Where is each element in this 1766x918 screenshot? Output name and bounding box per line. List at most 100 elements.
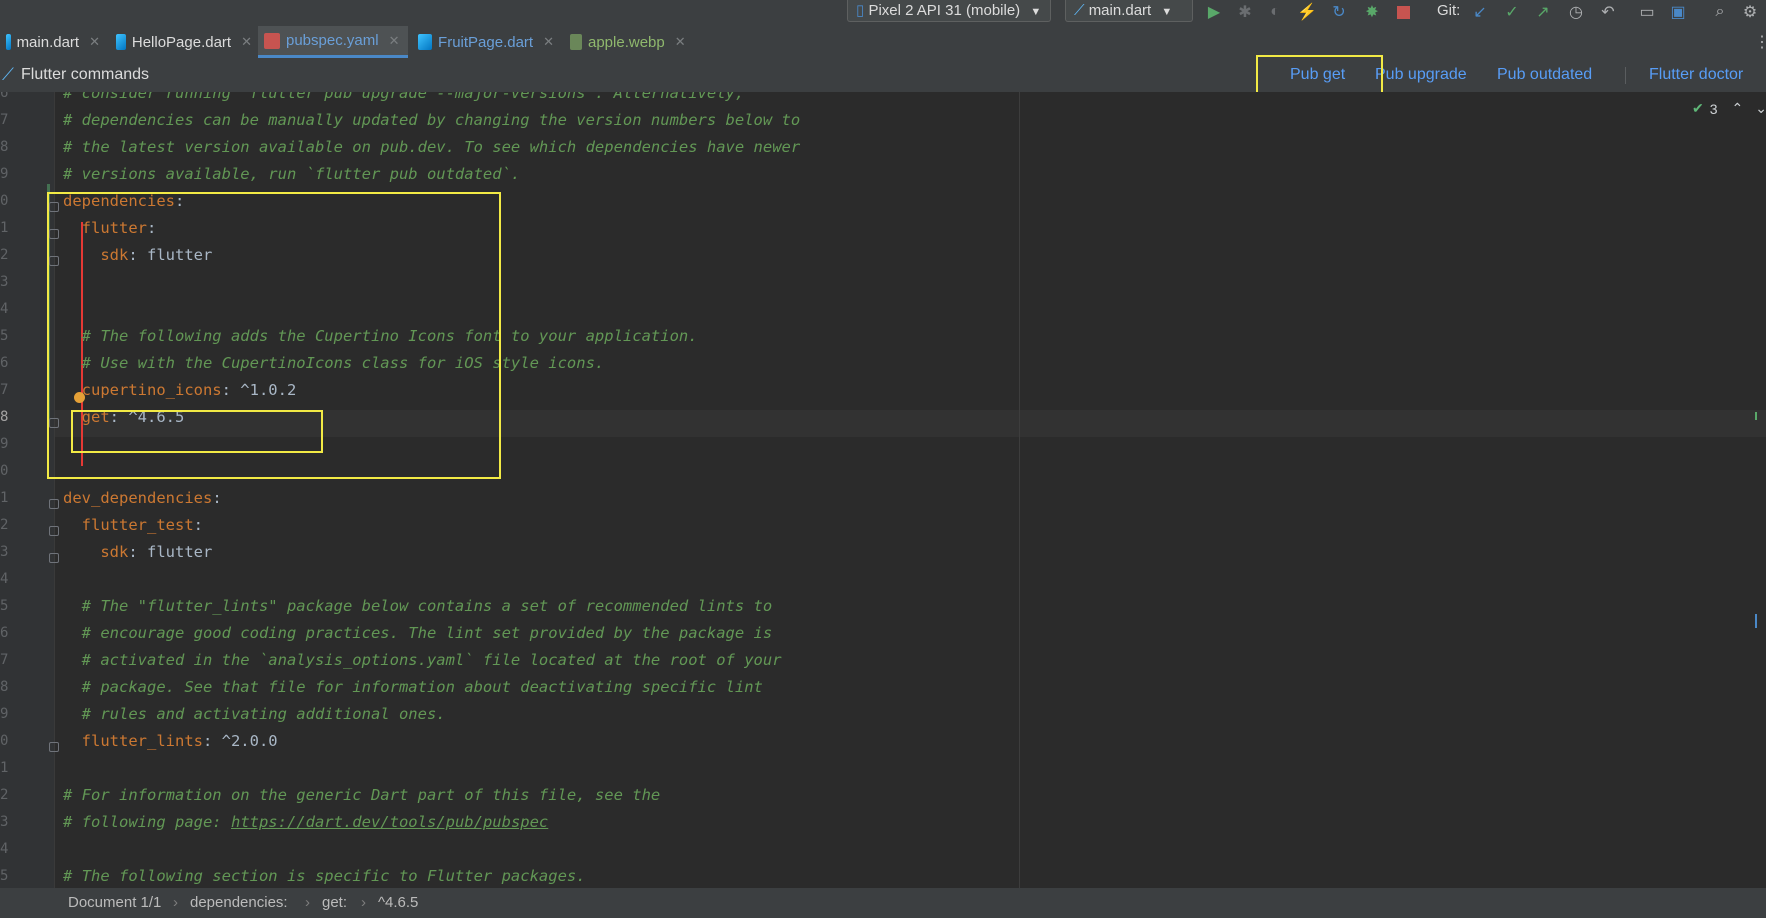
close-icon[interactable]: ✕ [543, 34, 554, 50]
code-token: # The "flutter_lints" package below cont… [63, 597, 773, 615]
line-number: 2 [0, 517, 9, 533]
close-icon[interactable]: ✕ [675, 34, 686, 50]
history-icon[interactable]: ◷ [1566, 2, 1586, 22]
line-number: 7 [0, 652, 9, 668]
debug-icon[interactable]: ✱ [1235, 2, 1255, 22]
line-number: 8 [0, 139, 9, 155]
line-number: 2 [0, 787, 9, 803]
code-editor[interactable]: 6 7 8 9 0 1 2 3 4 5 6 7 8 9 0 1 2 3 4 5 6 7 8 9 0 1 2 3 4 5 # conside… [0, 92, 1766, 888]
chevron-down-icon[interactable]: ⌄ [1755, 100, 1766, 117]
tab-label: HelloPage.dart [131, 33, 232, 51]
code-line: # rules and activating additional ones. [63, 701, 446, 728]
tab-hellopage-dart[interactable]: HelloPage.dart ✕ [110, 26, 258, 58]
hot-restart-icon[interactable]: ↻ [1329, 2, 1349, 22]
close-icon[interactable]: ✕ [241, 34, 252, 50]
chevron-right-icon: › [361, 894, 366, 911]
line-number: 0 [0, 193, 9, 209]
pub-outdated-button[interactable]: Pub outdated [1497, 58, 1592, 92]
code-line: # consider running `flutter pub upgrade … [63, 92, 744, 107]
fold-icon[interactable] [49, 553, 59, 563]
code-token: sdk [63, 543, 129, 561]
chevron-right-icon: › [305, 894, 310, 911]
right-margin-guide [1019, 92, 1020, 888]
image-file-icon [570, 34, 582, 50]
code-line: # following page: https://dart.dev/tools… [63, 809, 548, 836]
run-config-label: main.dart [1088, 2, 1152, 19]
run-config-selector[interactable]: ⟋ main.dart ▼ [1065, 0, 1193, 22]
device-selector-label: Pixel 2 API 31 (mobile) [868, 2, 1021, 19]
code-token: : ^2.0.0 [202, 732, 278, 750]
fold-icon[interactable] [49, 742, 59, 752]
chevron-down-icon: ▼ [1161, 6, 1173, 18]
code-token: dev_dependencies [63, 489, 213, 507]
tab-pubspec-yaml[interactable]: pubspec.yaml ✕ [258, 26, 408, 58]
code-token: : [212, 489, 222, 507]
git-commit-icon[interactable]: ✓ [1502, 2, 1522, 22]
get-dependency-highlight-box [71, 410, 323, 453]
tab-fruitpage-dart[interactable]: FruitPage.dart ✕ [412, 26, 560, 58]
scrollbar-marker [1755, 412, 1757, 420]
line-number: 1 [0, 220, 9, 236]
dart-file-icon [6, 34, 11, 50]
link[interactable]: https://dart.dev/tools/pub/pubspec [231, 813, 548, 831]
attach-icon[interactable]: ◐ [1265, 2, 1285, 22]
pub-upgrade-button[interactable]: Pub upgrade [1375, 58, 1467, 92]
code-line: # encourage good coding practices. The l… [63, 620, 773, 647]
line-number: 0 [0, 733, 9, 749]
tab-label: apple.webp [588, 33, 665, 51]
tab-main-dart[interactable]: main.dart ✕ [0, 26, 106, 58]
dart-file-icon [116, 34, 126, 50]
settings-icon[interactable]: ⚙ [1740, 2, 1760, 22]
code-token: flutter_test [63, 516, 194, 534]
breadcrumb-dependencies[interactable]: dependencies: [190, 888, 288, 918]
chevron-up-icon[interactable]: ⌃ [1732, 100, 1744, 117]
line-number: 1 [0, 760, 9, 776]
code-token: # package. See that file for information… [63, 678, 763, 696]
line-number: 4 [0, 571, 9, 587]
code-token: # encourage good coding practices. The l… [63, 624, 773, 642]
close-icon[interactable]: ✕ [389, 33, 400, 49]
breadcrumb-get[interactable]: get: [322, 888, 347, 918]
breadcrumb-document[interactable]: Document 1/1 [68, 888, 161, 918]
flutter-doctor-button[interactable]: Flutter doctor [1649, 58, 1743, 92]
run-icon[interactable]: ▶ [1204, 2, 1224, 22]
fold-icon[interactable] [49, 499, 59, 509]
tab-apple-webp[interactable]: apple.webp ✕ [564, 26, 694, 58]
code-token: # activated in the `analysis_options.yam… [63, 651, 782, 669]
yaml-file-icon [264, 32, 280, 49]
line-number: 7 [0, 112, 9, 128]
line-number: 3 [0, 544, 9, 560]
line-number: 5 [0, 598, 9, 614]
line-number: 5 [0, 868, 9, 884]
code-line: flutter_lints: ^2.0.0 [63, 728, 278, 755]
sdk-manager-icon[interactable]: ▣ [1668, 2, 1688, 22]
line-number: 8 [0, 409, 9, 425]
rollback-icon[interactable]: ↶ [1598, 2, 1618, 22]
breadcrumb-version[interactable]: ^4.6.5 [378, 888, 418, 918]
code-token: # consider running `flutter pub upgrade … [63, 92, 745, 102]
code-token: # dependencies can be manually updated b… [63, 111, 801, 129]
line-number: 8 [0, 679, 9, 695]
close-icon[interactable]: ✕ [89, 34, 100, 50]
line-number: 4 [0, 841, 9, 857]
search-icon[interactable]: ⌕ [1710, 2, 1730, 22]
profile-icon[interactable]: ✸ [1362, 2, 1382, 22]
main-toolbar: ▯ Pixel 2 API 31 (mobile) ▼ ⟋ main.dart … [0, 0, 1766, 26]
git-label: Git: [1437, 2, 1461, 19]
inspection-widget[interactable]: ✔ 3 ⌃ ⌄ [1692, 100, 1766, 117]
chevron-down-icon: ▼ [1030, 6, 1042, 18]
code-token: # rules and activating additional ones. [63, 705, 446, 723]
dart-file-icon [418, 34, 433, 50]
fold-icon[interactable] [49, 526, 59, 536]
line-number: 2 [0, 247, 9, 263]
more-tabs-icon[interactable]: ⋮ [1752, 32, 1766, 52]
code-line: # activated in the `analysis_options.yam… [63, 647, 782, 674]
hot-reload-icon[interactable]: ⚡ [1297, 2, 1317, 22]
device-manager-icon[interactable]: ▭ [1637, 2, 1657, 22]
flutter-icon: ⟋ [1074, 2, 1085, 19]
device-selector[interactable]: ▯ Pixel 2 API 31 (mobile) ▼ [847, 0, 1051, 22]
git-push-icon[interactable]: ↗ [1533, 2, 1553, 22]
code-line: # For information on the generic Dart pa… [63, 782, 660, 809]
stop-icon[interactable] [1393, 2, 1413, 22]
git-update-icon[interactable]: ↙ [1470, 2, 1490, 22]
